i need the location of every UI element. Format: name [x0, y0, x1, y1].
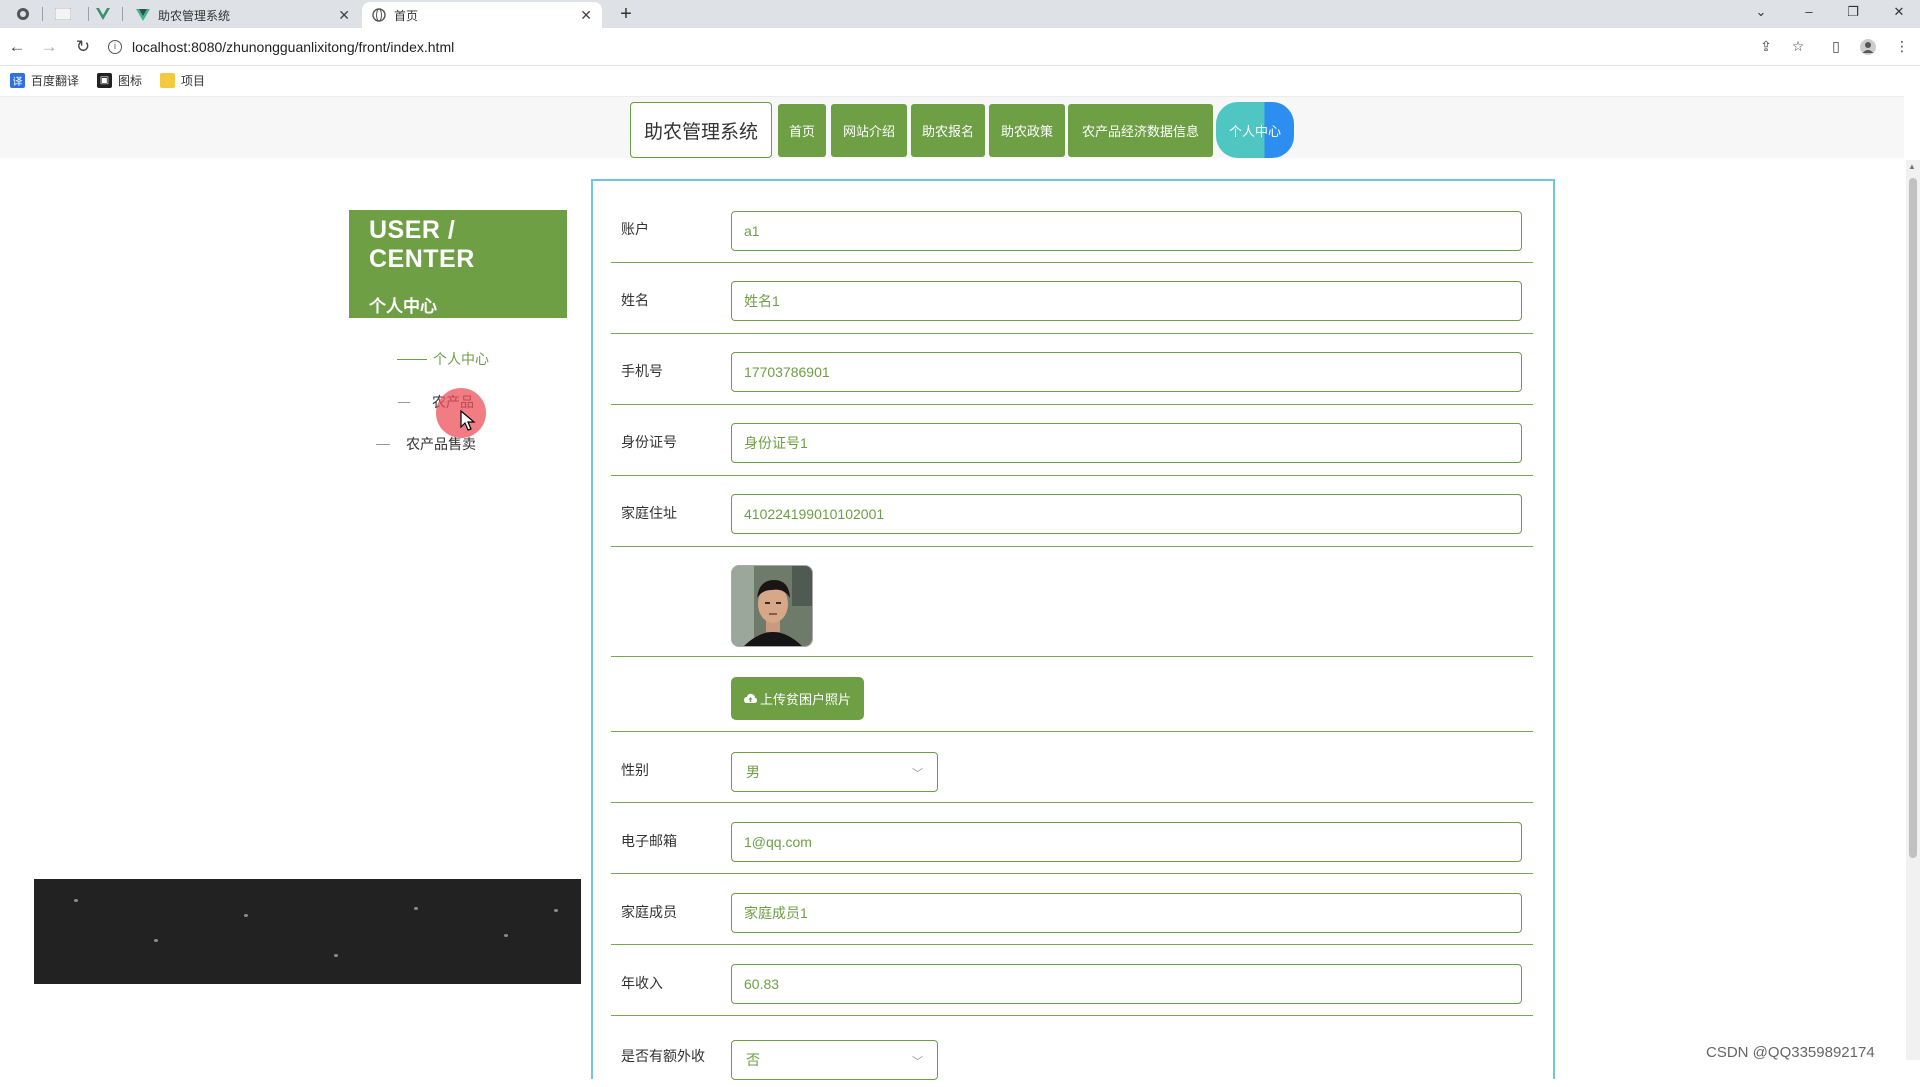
tab-title: 助农管理系统 [158, 8, 231, 23]
vue-icon [136, 8, 150, 22]
new-tab-button[interactable]: + [614, 3, 638, 25]
upload-photo-button[interactable]: 上传贫困户照片 [731, 677, 864, 720]
field-label: 电子邮箱 [621, 833, 677, 849]
scroll-up-icon[interactable]: ▲ [1908, 162, 1916, 171]
field-label: 家庭成员 [621, 904, 677, 920]
site-header: 助农管理系统 首页 网站介绍 助农报名 助农政策 农产品经济数据信息 个人中心 [0, 96, 1904, 158]
sidebar-item-label: 个人中心 [433, 351, 489, 367]
form-row-name: 姓名 姓名1 [611, 263, 1533, 334]
menu-icon[interactable]: ⋮ [1892, 38, 1912, 58]
reload-icon[interactable]: ↻ [72, 36, 94, 58]
field-label: 性别 [621, 762, 649, 778]
browser-tab-bar: 助农管理系统 ✕ 首页 ✕ + ⌄ – ❐ ✕ [0, 0, 1920, 28]
field-label: 家庭住址 [621, 505, 677, 521]
chevron-down-icon: ﹀ [912, 768, 923, 780]
user-photo[interactable] [731, 565, 813, 647]
email-input[interactable]: 1@qq.com [731, 822, 1522, 862]
bookmark-label: 百度翻译 [31, 73, 80, 88]
form-row-address: 家庭住址 410224199010102001 [611, 476, 1533, 547]
profile-icon[interactable] [1858, 38, 1878, 58]
close-window-icon[interactable]: ✕ [1884, 2, 1914, 22]
nav-user-center[interactable]: 个人中心 [1216, 102, 1294, 158]
site-info-icon[interactable]: i [108, 40, 122, 54]
id-number-input[interactable]: 身份证号1 [731, 423, 1522, 463]
translate-icon: 译 [10, 72, 25, 88]
form-row-family-members: 家庭成员 家庭成员1 [611, 874, 1533, 945]
folder-icon [160, 72, 176, 88]
chevron-down-icon: ﹀ [912, 1056, 923, 1068]
tab-zhunong-system[interactable]: 助农管理系统 ✕ [126, 2, 360, 28]
image-icon: ▣ [97, 72, 113, 88]
form-row-email: 电子邮箱 1@qq.com [611, 803, 1533, 874]
side-panel-icon[interactable]: ▯ [1826, 38, 1846, 58]
scrollbar-thumb[interactable] [1909, 178, 1917, 858]
form-row-annual-income: 年收入 60.83 [611, 945, 1533, 1016]
profile-form: 账户 a1 姓名 姓名1 手机号 17703786901 身份证号 身份证号1 … [591, 179, 1555, 1080]
tab-title: 首页 [394, 8, 419, 23]
bookmark-label: 图标 [118, 73, 143, 88]
family-members-input[interactable]: 家庭成员1 [731, 893, 1522, 933]
field-label: 姓名 [621, 292, 649, 308]
close-tab-icon[interactable]: ✕ [338, 7, 350, 24]
address-input[interactable]: 410224199010102001 [731, 494, 1522, 534]
site-logo[interactable]: 助农管理系统 [630, 102, 772, 158]
address-bar: ← → ↻ i localhost:8080/zhunongguanlixito… [0, 28, 1920, 66]
tab-search-chevron-icon[interactable]: ⌄ [1746, 2, 1776, 22]
back-icon[interactable]: ← [6, 36, 28, 58]
bookmark-baidu-translate[interactable]: 译 百度翻译 [10, 72, 79, 89]
user-center-title-en: USER / CENTER [369, 216, 475, 273]
pinned-tab-icon[interactable] [48, 3, 78, 25]
form-row-account: 账户 a1 [611, 181, 1533, 263]
field-label: 身份证号 [621, 434, 677, 450]
form-row-upload: 上传贫困户照片 [611, 657, 1533, 732]
bookmark-label: 项目 [181, 73, 206, 88]
sidebar-item-user-center[interactable]: 个人中心 [397, 349, 489, 369]
bookmark-star-icon[interactable]: ☆ [1788, 38, 1808, 58]
form-row-photo [611, 547, 1533, 657]
extra-income-value: 否 [746, 1052, 760, 1068]
field-label: 年收入 [621, 975, 663, 991]
form-row-extra-income: 是否有额外收 否 ﹀ [611, 1016, 1533, 1087]
field-label: 是否有额外收 [621, 1048, 705, 1064]
bookmark-icons[interactable]: ▣ 图标 [97, 72, 142, 89]
decorative-banner-image [34, 879, 581, 984]
vue-pinned-icon[interactable] [88, 3, 118, 25]
form-row-gender: 性别 男 ﹀ [611, 732, 1533, 803]
tab-home[interactable]: 首页 ✕ [362, 2, 602, 28]
form-row-id-number: 身份证号 身份证号1 [611, 405, 1533, 476]
bookmarks-bar: 译 百度翻译 ▣ 图标 项目 [0, 66, 1920, 94]
field-label: 账户 [621, 221, 649, 237]
name-input[interactable]: 姓名1 [731, 281, 1522, 321]
watermark-text: CSDN @QQ3359892174 [1706, 1044, 1875, 1061]
user-center-box: USER / CENTER 个人中心 [349, 210, 567, 318]
globe-icon [372, 8, 386, 22]
gender-value: 男 [746, 764, 760, 780]
nav-policy[interactable]: 助农政策 [989, 104, 1065, 157]
nav-signup[interactable]: 助农报名 [911, 104, 985, 157]
user-center-title-cn: 个人中心 [369, 297, 437, 316]
url-text: localhost:8080/zhunongguanlixitong/front… [132, 39, 455, 55]
share-icon[interactable]: ⇪ [1756, 38, 1776, 58]
bookmark-project[interactable]: 项目 [160, 72, 205, 89]
phone-input[interactable]: 17703786901 [731, 352, 1522, 392]
form-row-phone: 手机号 17703786901 [611, 334, 1533, 405]
upload-label: 上传贫困户照片 [759, 692, 851, 707]
restore-icon[interactable]: ❐ [1838, 2, 1868, 22]
page-scrollbar[interactable]: ▲ [1906, 160, 1920, 1060]
nav-economic-data[interactable]: 农产品经济数据信息 [1068, 104, 1213, 157]
gender-select[interactable]: 男 ﹀ [731, 752, 938, 792]
url-input[interactable]: i localhost:8080/zhunongguanlixitong/fro… [108, 32, 1798, 62]
field-label: 手机号 [621, 363, 663, 379]
close-tab-icon[interactable]: ✕ [580, 7, 592, 24]
cloud-upload-icon [743, 691, 757, 706]
tab-search-icon[interactable] [8, 3, 38, 25]
nav-site-intro[interactable]: 网站介绍 [831, 104, 907, 157]
annual-income-input[interactable]: 60.83 [731, 964, 1522, 1004]
nav-home[interactable]: 首页 [778, 104, 826, 157]
mouse-cursor-icon [460, 409, 476, 438]
account-input[interactable]: a1 [731, 211, 1522, 251]
extra-income-select[interactable]: 否 ﹀ [731, 1040, 938, 1080]
minimize-icon[interactable]: – [1794, 2, 1824, 22]
forward-icon[interactable]: → [38, 36, 60, 58]
